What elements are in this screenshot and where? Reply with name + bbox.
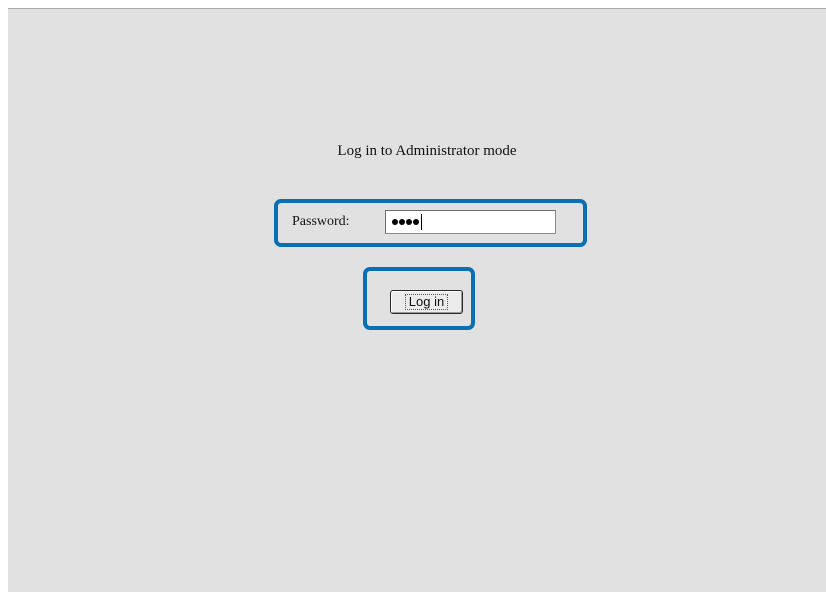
password-label: Password: xyxy=(292,214,350,229)
password-input[interactable] xyxy=(385,210,556,234)
page-panel: Log in to Administrator mode Password: L… xyxy=(8,8,826,592)
login-button-highlight-box: Log in xyxy=(363,267,475,330)
password-mask-dot xyxy=(413,219,419,225)
password-highlight-box: Password: xyxy=(274,199,587,247)
password-mask-dot xyxy=(392,219,398,225)
login-button[interactable]: Log in xyxy=(390,290,463,314)
text-caret xyxy=(421,214,422,230)
password-mask-dot xyxy=(399,219,405,225)
password-mask-dot xyxy=(406,219,412,225)
login-button-label: Log in xyxy=(404,294,449,310)
page-heading: Log in to Administrator mode xyxy=(337,143,517,159)
